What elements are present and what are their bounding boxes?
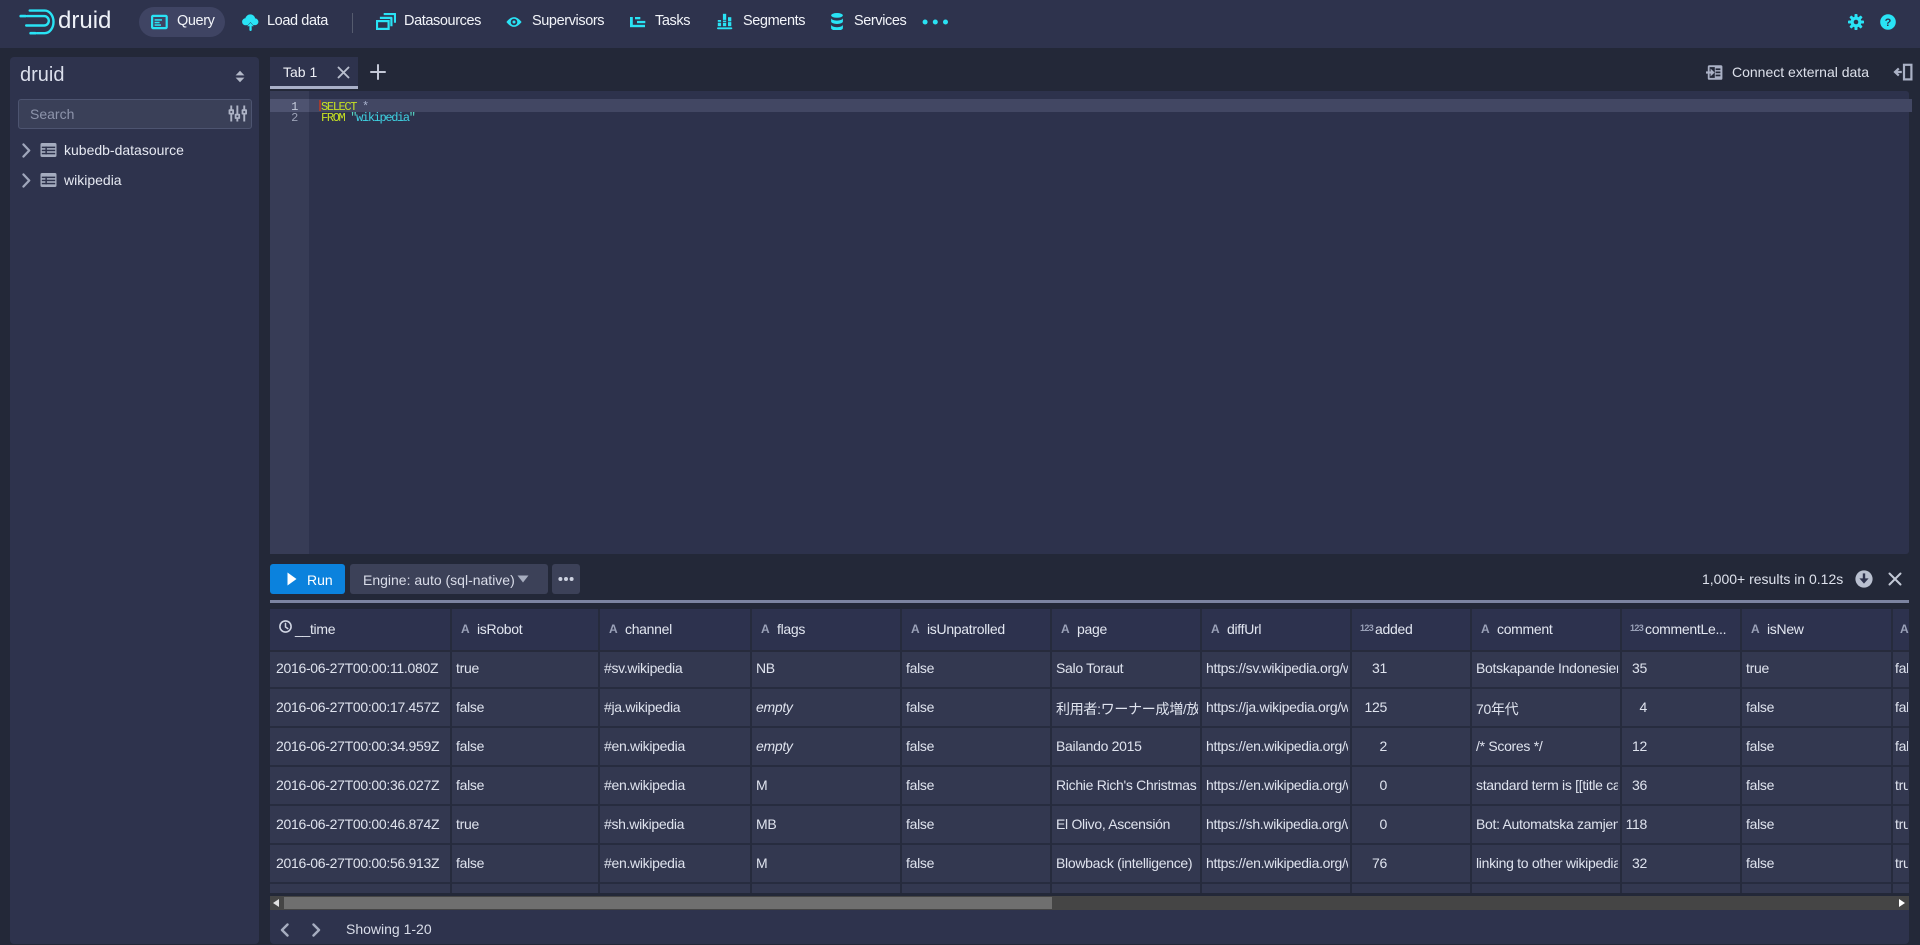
svg-text:?: ? xyxy=(1885,17,1892,29)
